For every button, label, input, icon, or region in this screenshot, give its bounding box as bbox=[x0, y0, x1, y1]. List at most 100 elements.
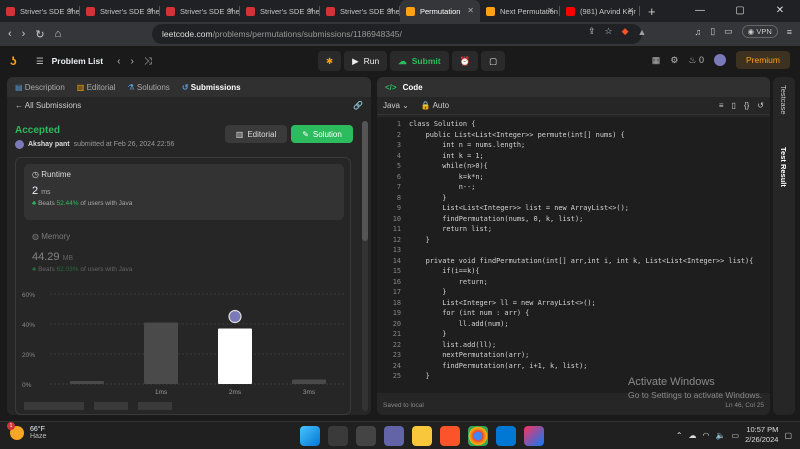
close-tab-icon[interactable]: ✕ bbox=[387, 6, 394, 15]
notes-button[interactable]: ▢ bbox=[481, 51, 506, 71]
chevron-up-icon[interactable]: ⌃ bbox=[676, 431, 683, 440]
weather-widget[interactable]: 1 66°F Haze bbox=[7, 422, 46, 440]
start-icon[interactable] bbox=[300, 426, 320, 446]
volume-icon[interactable]: 🔈 bbox=[716, 431, 726, 440]
browser-tab[interactable]: Striver's SDE Shee ✕ bbox=[160, 0, 240, 22]
vpn-button[interactable]: ◉ VPN bbox=[741, 25, 778, 38]
link-icon[interactable]: 🔗 bbox=[353, 101, 363, 110]
line-number: 16 bbox=[392, 277, 401, 286]
close-tab-icon[interactable]: ✕ bbox=[147, 6, 154, 15]
tab-description[interactable]: ▤ Description bbox=[15, 83, 65, 92]
run-button[interactable]: ▶ Run bbox=[344, 51, 388, 71]
chat-icon[interactable] bbox=[384, 426, 404, 446]
music-icon[interactable]: ♫ bbox=[694, 27, 701, 37]
timer-button[interactable]: ⏰ bbox=[451, 51, 479, 71]
minimize-icon[interactable]: — bbox=[680, 0, 720, 22]
solution-button[interactable]: ✎ Solution bbox=[291, 125, 353, 143]
bookmark-icon[interactable]: ☆ bbox=[605, 26, 613, 37]
cursor-position: Ln 46, Col 25 bbox=[725, 401, 764, 409]
notification-icon[interactable]: ▢ bbox=[784, 431, 792, 440]
layout-icon[interactable]: ▦ bbox=[652, 55, 661, 66]
format-icon[interactable]: ≡ bbox=[719, 101, 724, 110]
wifi-icon[interactable]: ◠ bbox=[703, 431, 710, 440]
new-tab-button[interactable]: + bbox=[648, 4, 656, 19]
maximize-icon[interactable]: ▢ bbox=[720, 0, 760, 22]
close-window-icon[interactable]: ✕ bbox=[760, 0, 800, 22]
chart-ytick-label: 40% bbox=[22, 322, 35, 329]
file-explorer-icon[interactable] bbox=[412, 426, 432, 446]
sidebar-icon[interactable]: ▯ bbox=[710, 26, 715, 37]
editorial-button[interactable]: ▥ Editorial bbox=[225, 125, 287, 143]
reset-icon[interactable]: ↺ bbox=[757, 101, 764, 110]
next-problem-icon[interactable]: › bbox=[130, 56, 133, 67]
code-line: List<Integer> ll = new ArrayList<>(); bbox=[409, 298, 596, 307]
code-icon: </> bbox=[385, 82, 397, 92]
wallet-icon[interactable]: ▭ bbox=[724, 26, 733, 37]
home-icon[interactable]: ⌂ bbox=[55, 28, 62, 40]
language-select[interactable]: Java ⌄ bbox=[383, 101, 409, 110]
braces-icon[interactable]: {} bbox=[744, 101, 749, 110]
search-icon[interactable] bbox=[328, 426, 348, 446]
browser-tab[interactable]: Striver's SDE Shee ✕ bbox=[240, 0, 320, 22]
vscode-icon[interactable] bbox=[496, 426, 516, 446]
clock[interactable]: 10:57 PM 2/26/2024 bbox=[745, 425, 778, 445]
all-submissions-link[interactable]: ← All Submissions bbox=[15, 101, 81, 110]
debug-button[interactable]: ✱ bbox=[318, 51, 342, 71]
runtime-card[interactable]: ◷ Runtime 2 ms ♣ Beats 52.44% of users w… bbox=[24, 164, 344, 220]
settings-gear-icon[interactable]: ⚙ bbox=[670, 55, 678, 66]
reload-icon[interactable]: ↻ bbox=[35, 28, 44, 41]
tab-submissions[interactable]: ↺ Submissions bbox=[182, 83, 241, 92]
browser-tab[interactable]: Next Permutation ✕ bbox=[480, 0, 560, 22]
browser-tab[interactable]: Striver's SDE Shee ✕ bbox=[80, 0, 160, 22]
testcase-tab[interactable]: Testcase bbox=[779, 85, 788, 115]
shuffle-icon[interactable]: ⤨ bbox=[144, 56, 152, 67]
close-tab-icon[interactable]: ✕ bbox=[307, 6, 314, 15]
browser-tab[interactable]: Permutation ✕ bbox=[400, 0, 480, 22]
code-line: int k = 1; bbox=[409, 151, 484, 160]
tab-description-label: Description bbox=[24, 82, 65, 92]
tab-editorial-label: Editorial bbox=[86, 82, 116, 92]
brave-shield-icon[interactable]: ◆ bbox=[622, 26, 629, 37]
bookmark-icon[interactable]: ▯ bbox=[732, 101, 736, 110]
share-icon[interactable]: ⇪ bbox=[588, 26, 596, 37]
code-editor[interactable]: 1 class Solution {2 public List<List<Inte… bbox=[377, 117, 770, 393]
close-tab-icon[interactable]: ✕ bbox=[547, 6, 554, 15]
leetcode-logo-icon[interactable]: ʖ bbox=[10, 54, 24, 68]
back-icon[interactable]: ‹ bbox=[8, 28, 12, 40]
streak-fire-icon[interactable]: ♨ 0 bbox=[688, 55, 704, 66]
onedrive-icon[interactable]: ☁ bbox=[689, 431, 697, 440]
prev-problem-icon[interactable]: ‹ bbox=[117, 56, 120, 67]
task-view-icon[interactable] bbox=[356, 426, 376, 446]
problem-list-link[interactable]: Problem List bbox=[52, 56, 103, 66]
username-link[interactable]: Akshay pant bbox=[28, 141, 70, 148]
left-scrollbar[interactable] bbox=[362, 121, 368, 411]
memory-card[interactable]: ◍ Memory 44.29 MB ♣ Beats 62.03% of user… bbox=[32, 232, 132, 273]
autocomplete-toggle[interactable]: 🔒 Auto bbox=[421, 101, 449, 110]
menu-icon[interactable]: ≡ bbox=[787, 27, 792, 37]
close-tab-icon[interactable]: ✕ bbox=[67, 6, 74, 15]
tab-solutions[interactable]: ⚗ Solutions bbox=[127, 83, 169, 92]
browser-tab[interactable]: Striver's SDE Shee ✕ bbox=[0, 0, 80, 22]
brave-rewards-icon[interactable]: ▲ bbox=[638, 27, 647, 37]
test-result-tab[interactable]: Test Result bbox=[779, 147, 788, 187]
premium-button[interactable]: Premium bbox=[735, 51, 790, 69]
chrome-icon[interactable] bbox=[468, 426, 488, 446]
submit-button[interactable]: ☁ Submit bbox=[390, 51, 449, 71]
close-tab-icon[interactable]: ✕ bbox=[227, 6, 234, 15]
pencil-icon: ✎ bbox=[302, 129, 309, 139]
url-input[interactable]: leetcode.com/problems/permutations/submi… bbox=[152, 24, 642, 44]
browser-tab[interactable]: (981) Arvind Kejr ✕ bbox=[560, 0, 640, 22]
vpn-label: VPN bbox=[756, 27, 772, 36]
forward-icon[interactable]: › bbox=[22, 28, 26, 40]
battery-icon[interactable]: ▭ bbox=[732, 431, 740, 440]
line-number: 11 bbox=[392, 225, 401, 233]
chart-xtick-label: 3ms bbox=[303, 389, 316, 396]
brave-browser-icon[interactable] bbox=[440, 426, 460, 446]
line-number: 9 bbox=[396, 204, 401, 212]
intellij-icon[interactable] bbox=[524, 426, 544, 446]
browser-tab[interactable]: Striver's SDE Shee ✕ bbox=[320, 0, 400, 22]
close-tab-icon[interactable]: ✕ bbox=[467, 6, 474, 15]
tab-editorial[interactable]: ▥ Editorial bbox=[77, 83, 116, 92]
user-avatar[interactable] bbox=[713, 54, 726, 66]
close-tab-icon[interactable]: ✕ bbox=[627, 6, 634, 15]
